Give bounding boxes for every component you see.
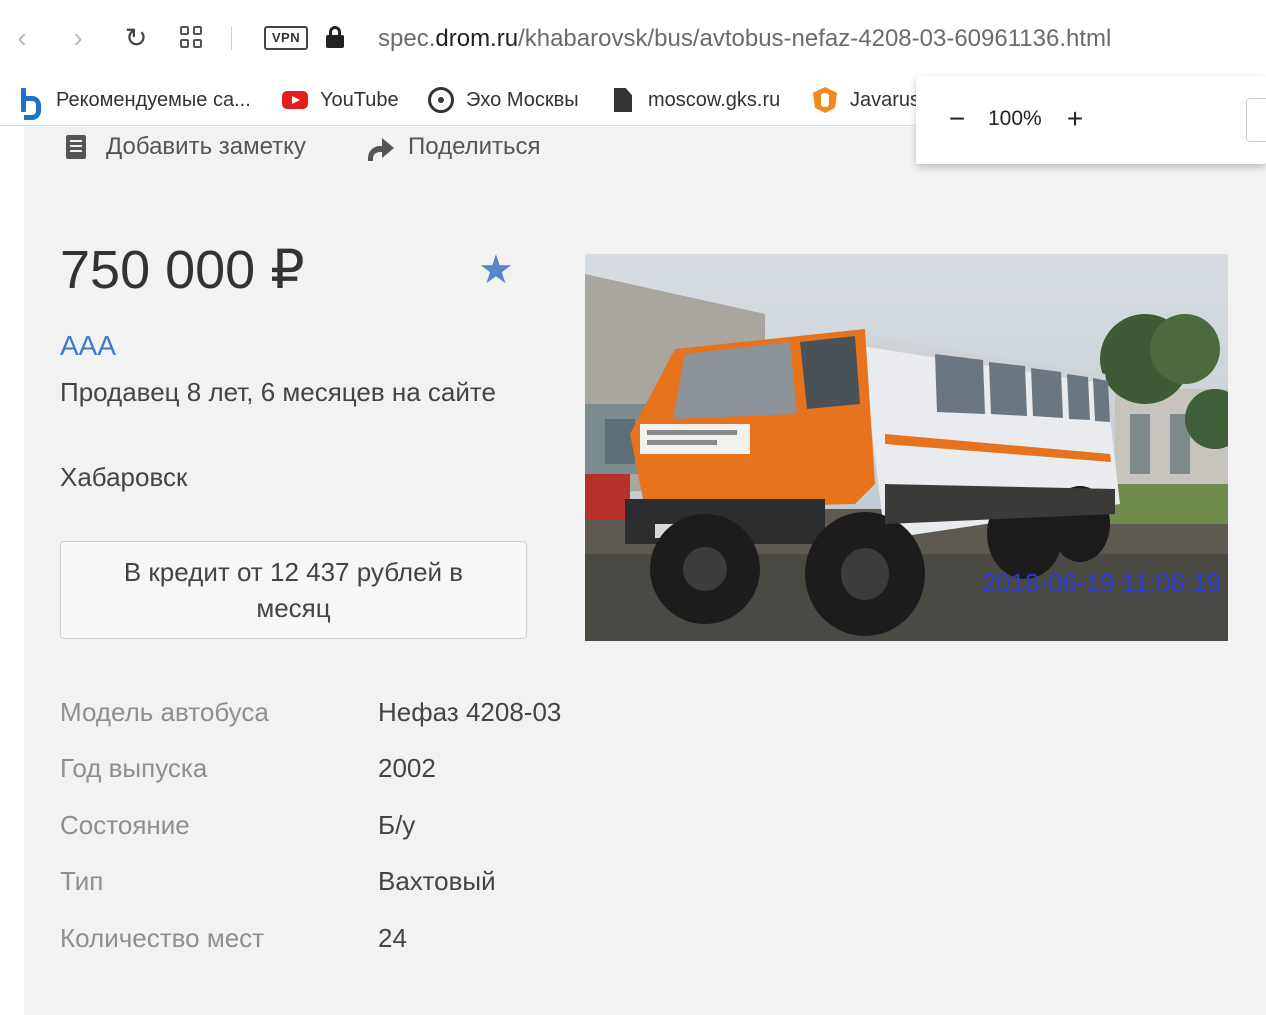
youtube-icon [282,87,308,113]
seller-name-link[interactable]: AAA [60,330,116,362]
spec-label: Тип [60,866,104,896]
echo-icon [428,87,454,113]
spec-label: Год выпуска [60,753,208,783]
url-host: drom.ru [435,25,519,52]
listing-price: 750 000 ₽ [60,240,305,300]
zoom-popup: − 100% + [916,76,1266,164]
bookmark-echo[interactable]: Эхо Москвы [428,84,579,116]
document-icon [610,87,636,113]
star-icon[interactable]: ★ [478,248,514,292]
spec-row: Количество мест 24 [60,923,760,963]
browser-toolbar: ‹ › ↻ VPN spec.drom.ru/khabarovsk/bus/av… [0,0,1266,76]
zoom-in-button[interactable]: + [1060,104,1090,134]
back-arrow-icon[interactable]: ‹ [8,20,36,56]
photo-timestamp: 2018-06-19 11:06:19 [982,568,1222,598]
spec-value: 2002 [378,753,436,783]
share-arrow-icon [368,137,394,161]
url-path: /khabarovsk/bus/avtobus-nefaz-4208-03-60… [518,25,1112,52]
vpn-badge[interactable]: VPN [264,26,308,50]
credit-button[interactable]: В кредит от 12 437 рублей в месяц [60,541,527,639]
share-label: Поделиться [408,133,541,160]
address-bar[interactable]: spec.drom.ru/khabarovsk/bus/avtobus-nefa… [378,24,1111,54]
bookmark-javarush[interactable]: Javarus [812,84,920,116]
bing-icon [18,87,41,120]
zoom-reset-button[interactable] [1246,98,1266,142]
add-note-label: Добавить заметку [106,133,306,160]
spec-value: 24 [378,923,407,953]
zoom-level: 100% [988,107,1042,130]
spec-label: Количество мест [60,923,265,953]
spec-label: Модель автобуса [60,697,269,727]
bookmark-label: Javarus [850,88,921,111]
spec-row: Год выпуска 2002 [60,753,760,793]
bookmark-label: moscow.gks.ru [648,88,781,111]
listing-photo[interactable]: 2018-06-19 11:06:19 [585,254,1228,641]
spec-value: Б/у [378,810,416,840]
bookmark-label: Рекомендуемые са... [56,88,251,111]
javarush-icon [812,87,838,113]
bookmark-label: Эхо Москвы [466,88,579,111]
add-note-button[interactable]: Добавить заметку [66,133,306,161]
reload-icon[interactable]: ↻ [122,20,150,56]
share-button[interactable]: Поделиться [368,133,541,161]
zoom-out-button[interactable]: − [942,104,972,134]
lock-icon[interactable] [325,24,345,50]
bus-photo-image: 2018-06-19 11:06:19 [585,254,1228,641]
spec-row: Модель автобуса Нефаз 4208-03 [60,697,760,737]
seller-tenure: Продавец 8 лет, 6 месяцев на сайте [60,377,496,407]
tabs-grid-icon[interactable] [180,26,204,50]
spec-value: Вахтовый [378,866,496,896]
bookmark-gks[interactable]: moscow.gks.ru [610,84,780,116]
spec-value: Нефаз 4208-03 [378,697,562,727]
seller-city: Хабаровск [60,462,188,492]
spec-row: Тип Вахтовый [60,866,760,906]
bookmark-label: YouTube [320,88,399,111]
bookmark-youtube[interactable]: YouTube [282,84,399,116]
forward-arrow-icon[interactable]: › [64,20,92,56]
bookmark-recommended[interactable]: Рекомендуемые са... [18,84,251,120]
note-icon [66,135,86,159]
url-prefix: spec. [378,25,436,52]
spec-row: Состояние Б/у [60,810,760,850]
spec-label: Состояние [60,810,190,840]
toolbar-divider [231,26,232,50]
